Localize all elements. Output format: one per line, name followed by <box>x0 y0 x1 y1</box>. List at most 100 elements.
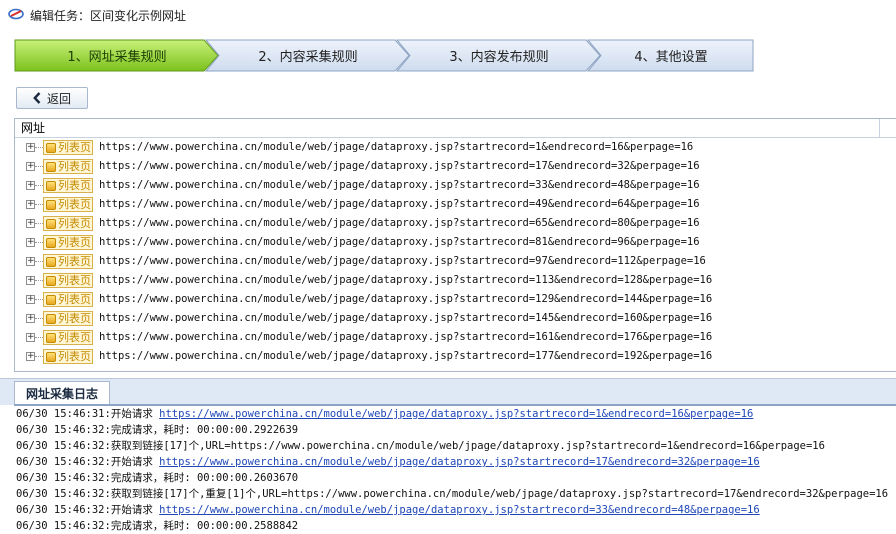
tree-row[interactable]: + 列表页 https://www.powerchina.cn/module/web… <box>15 271 896 290</box>
log-text: 06/30 15:46:32:完成请求，耗时: 00:00:00.2603670 <box>16 472 299 484</box>
expand-toggle-icon[interactable]: + <box>26 333 35 342</box>
tree-row-url: https://www.powerchina.cn/module/web/jpa… <box>99 217 700 229</box>
tree-row[interactable]: + 列表页 https://www.powerchina.cn/module/web… <box>15 214 896 233</box>
log-text: 06/30 15:46:32:开始请求 <box>16 456 160 468</box>
tree-row-url: https://www.powerchina.cn/module/web/jpa… <box>99 160 700 172</box>
tree-row[interactable]: + 列表页 https://www.powerchina.cn/module/web… <box>15 233 896 252</box>
tree-connector <box>35 356 43 357</box>
page-folder-icon <box>46 237 56 248</box>
log-text: 06/30 15:46:31:开始请求 <box>16 408 160 420</box>
expand-toggle-icon[interactable]: + <box>26 314 35 323</box>
page-folder-icon <box>46 294 56 305</box>
tree-row[interactable]: + 列表页 https://www.powerchina.cn/module/web… <box>15 138 896 157</box>
page-folder-icon <box>46 275 56 286</box>
list-page-tag: 列表页 <box>43 254 93 269</box>
step-other-settings[interactable]: 4、其他设置 <box>587 39 755 72</box>
tree-connector <box>35 318 43 319</box>
log-line: 06/30 15:46:32:完成请求，耗时: 00:00:00.2603670 <box>14 470 896 486</box>
list-page-tag: 列表页 <box>43 273 93 288</box>
step-label: 1、网址采集规则 <box>67 50 167 65</box>
tree-row[interactable]: + 列表页 https://www.powerchina.cn/module/web… <box>15 195 896 214</box>
expand-toggle-icon[interactable]: + <box>26 257 35 266</box>
tree-connector <box>35 242 43 243</box>
tree-row[interactable]: + 列表页 https://www.powerchina.cn/module/web… <box>15 347 896 366</box>
tree-row-url: https://www.powerchina.cn/module/web/jpa… <box>99 198 700 210</box>
page-folder-icon <box>46 142 56 153</box>
expand-toggle-icon[interactable]: + <box>26 162 35 171</box>
tree-header-label: 网址 <box>21 121 46 135</box>
tag-label: 列表页 <box>58 236 91 249</box>
tree-row-url: https://www.powerchina.cn/module/web/jpa… <box>99 236 700 248</box>
tag-label: 列表页 <box>58 198 91 211</box>
expand-toggle-icon[interactable]: + <box>26 352 35 361</box>
step-label: 2、内容采集规则 <box>258 50 358 65</box>
tag-label: 列表页 <box>58 141 91 154</box>
page-folder-icon <box>46 313 56 324</box>
log-panel: 06/30 15:46:31:开始请求 https://www.powerchi… <box>14 404 896 534</box>
list-page-tag: 列表页 <box>43 197 93 212</box>
title-bar: 编辑任务：区间变化示例网址 <box>0 0 896 30</box>
tree-row[interactable]: + 列表页 https://www.powerchina.cn/module/web… <box>15 176 896 195</box>
tree-connector <box>35 261 43 262</box>
expand-toggle-icon[interactable]: + <box>26 200 35 209</box>
url-tree-panel: 网址 + 列表页 https://www.powerchina.cn/module/… <box>14 118 896 372</box>
log-link[interactable]: https://www.powerchina.cn/module/web/jpa… <box>159 408 753 420</box>
page-folder-icon <box>46 199 56 210</box>
tree-connector <box>35 204 43 205</box>
expand-toggle-icon[interactable]: + <box>26 143 35 152</box>
list-page-tag: 列表页 <box>43 178 93 193</box>
tag-label: 列表页 <box>58 274 91 287</box>
tree-row-url: https://www.powerchina.cn/module/web/jpa… <box>99 255 706 267</box>
chevron-left-icon <box>33 92 41 104</box>
log-link[interactable]: https://www.powerchina.cn/module/web/jpa… <box>159 456 760 468</box>
tree-row[interactable]: + 列表页 https://www.powerchina.cn/module/web… <box>15 157 896 176</box>
tab-url-log-label: 网址采集日志 <box>25 387 98 401</box>
log-link[interactable]: https://www.powerchina.cn/module/web/jpa… <box>159 504 760 516</box>
list-page-tag: 列表页 <box>43 140 93 155</box>
app-logo-icon <box>8 8 24 20</box>
column-divider <box>879 119 880 137</box>
tab-url-log[interactable]: 网址采集日志 <box>14 381 110 405</box>
tree-connector <box>35 299 43 300</box>
expand-toggle-icon[interactable]: + <box>26 276 35 285</box>
tree-connector <box>35 337 43 338</box>
tag-label: 列表页 <box>58 350 91 363</box>
step-label: 4、其他设置 <box>634 50 708 65</box>
tree-row[interactable]: + 列表页 https://www.powerchina.cn/module/web… <box>15 252 896 271</box>
back-button[interactable]: 返回 <box>16 87 88 109</box>
expand-toggle-icon[interactable]: + <box>26 295 35 304</box>
tree-row[interactable]: + 列表页 https://www.powerchina.cn/module/web… <box>15 290 896 309</box>
expand-toggle-icon[interactable]: + <box>26 219 35 228</box>
tree-row-url: https://www.powerchina.cn/module/web/jpa… <box>99 141 694 153</box>
tag-label: 列表页 <box>58 293 91 306</box>
log-text: 06/30 15:46:32:获取到链接[17]个,URL=https://ww… <box>16 440 825 452</box>
list-page-tag: 列表页 <box>43 349 93 364</box>
tree-row[interactable]: + 列表页 https://www.powerchina.cn/module/web… <box>15 309 896 328</box>
tree-rows: + 列表页 https://www.powerchina.cn/module/web… <box>15 138 896 366</box>
log-line: 06/30 15:46:31:开始请求 https://www.powerchi… <box>14 406 896 422</box>
log-text: 06/30 15:46:32:开始请求 <box>16 504 160 516</box>
step-label: 3、内容发布规则 <box>449 50 549 65</box>
tree-row-url: https://www.powerchina.cn/module/web/jpa… <box>99 331 713 343</box>
step-publish-rules[interactable]: 3、内容发布规则 <box>396 39 602 72</box>
wizard-steps: 1、网址采集规则 2、内容采集规则 3、内容发布规则 4、其他设置 <box>14 39 754 74</box>
list-page-tag: 列表页 <box>43 235 93 250</box>
expand-toggle-icon[interactable]: + <box>26 238 35 247</box>
page-folder-icon <box>46 351 56 362</box>
log-line: 06/30 15:46:32:获取到链接[17]个,重复[1]个,URL=htt… <box>14 486 896 502</box>
log-line: 06/30 15:46:32:开始请求 https://www.powerchi… <box>14 502 896 518</box>
list-page-tag: 列表页 <box>43 292 93 307</box>
page-folder-icon <box>46 161 56 172</box>
tree-row-url: https://www.powerchina.cn/module/web/jpa… <box>99 312 713 324</box>
log-text: 06/30 15:46:32:获取到链接[17]个,重复[1]个,URL=htt… <box>16 488 889 500</box>
tree-row[interactable]: + 列表页 https://www.powerchina.cn/module/web… <box>15 328 896 347</box>
list-page-tag: 列表页 <box>43 159 93 174</box>
tree-connector <box>35 166 43 167</box>
list-page-tag: 列表页 <box>43 311 93 326</box>
tag-label: 列表页 <box>58 331 91 344</box>
step-url-rules[interactable]: 1、网址采集规则 <box>14 39 220 72</box>
tag-label: 列表页 <box>58 255 91 268</box>
step-content-rules[interactable]: 2、内容采集规则 <box>205 39 411 72</box>
expand-toggle-icon[interactable]: + <box>26 181 35 190</box>
page-folder-icon <box>46 256 56 267</box>
